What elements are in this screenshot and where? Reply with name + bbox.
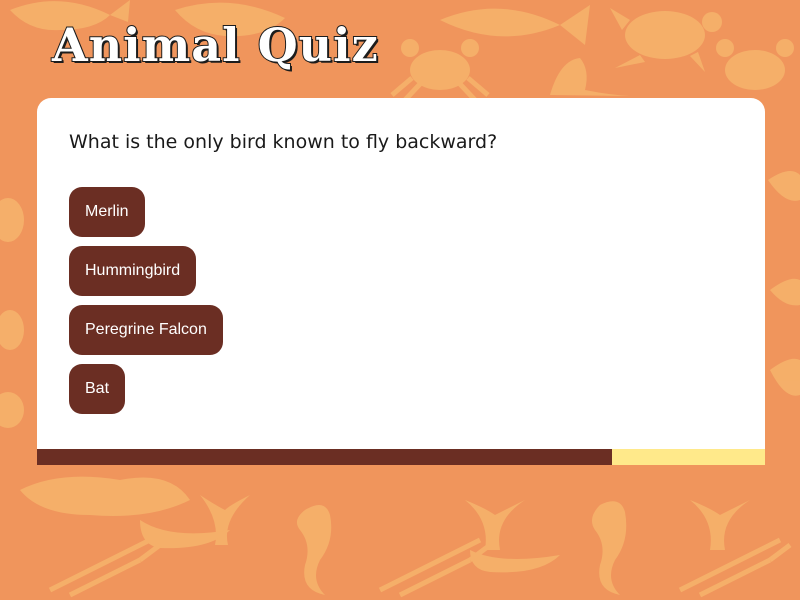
lobster-icon [678, 537, 792, 598]
turtle-icon [610, 8, 722, 72]
shell-icon [0, 198, 24, 428]
fish-icon [768, 171, 800, 396]
question-text: What is the only bird known to fly backw… [69, 131, 498, 153]
lobster-icon [48, 537, 162, 598]
crab-icon [716, 39, 794, 90]
fish-icon [440, 5, 590, 45]
seal-icon [20, 476, 190, 516]
answer-button-hummingbird[interactable]: Hummingbird [69, 246, 197, 296]
seahorse-icon [296, 501, 627, 595]
lobster-icon [378, 537, 492, 598]
whale-tail-icon [465, 500, 560, 573]
crab-icon [390, 39, 490, 102]
answer-options: Merlin Hummingbird Peregrine Falcon Bat [69, 187, 223, 414]
answer-button-merlin[interactable]: Merlin [69, 187, 145, 237]
progress-bar [37, 449, 765, 465]
whale-tail-icon [140, 495, 250, 549]
progress-fill [37, 449, 613, 465]
question-card: What is the only bird known to fly backw… [37, 98, 765, 465]
whale-tail-icon [690, 500, 750, 550]
app-title: Animal Quiz [51, 18, 379, 72]
answer-button-bat[interactable]: Bat [69, 364, 126, 414]
answer-button-peregrine-falcon[interactable]: Peregrine Falcon [69, 305, 223, 355]
seal-icon [550, 58, 630, 96]
